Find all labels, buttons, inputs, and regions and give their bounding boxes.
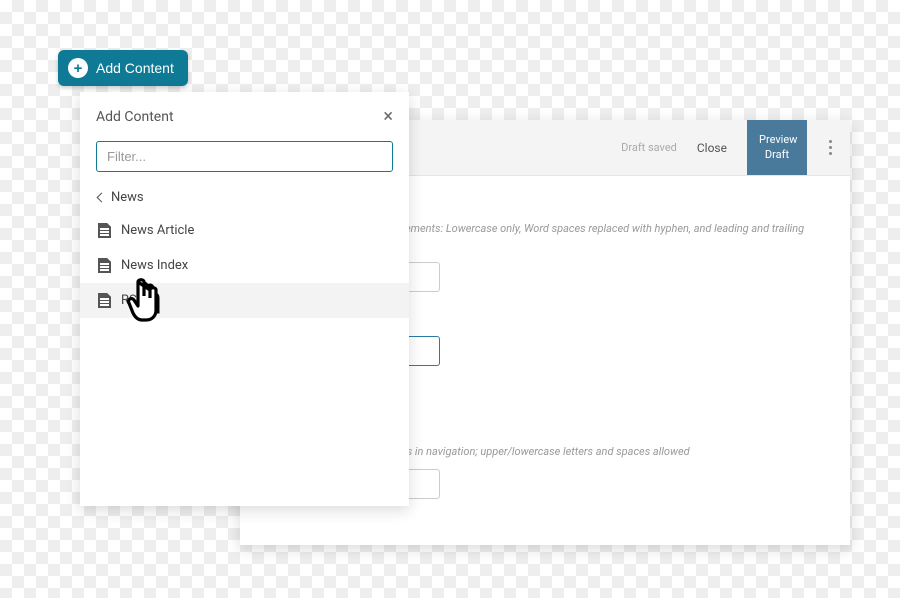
- add-content-button[interactable]: + Add Content: [58, 50, 188, 86]
- list-item-label: News Index: [121, 258, 188, 273]
- preview-draft-button[interactable]: Preview Draft: [747, 120, 807, 175]
- close-button[interactable]: Close: [689, 135, 735, 161]
- list-item-news-article[interactable]: News Article: [80, 213, 409, 248]
- document-icon: [98, 223, 111, 238]
- plus-icon: +: [68, 58, 88, 78]
- back-news[interactable]: News: [80, 182, 409, 213]
- preview-line1: Preview: [759, 133, 795, 147]
- panel-header: Add Content ×: [80, 106, 409, 137]
- document-icon: [98, 293, 111, 308]
- panel-title: Add Content: [96, 109, 174, 125]
- back-label: News: [111, 190, 144, 205]
- toolbar-actions: Draft saved Close Preview Draft: [621, 120, 850, 175]
- add-content-button-label: Add Content: [96, 60, 174, 76]
- filter-input[interactable]: [96, 141, 393, 172]
- close-icon[interactable]: ×: [383, 106, 393, 127]
- cursor-pointer-icon: [124, 278, 168, 330]
- draft-saved-text: Draft saved: [621, 141, 677, 154]
- more-menu-icon[interactable]: [819, 140, 842, 155]
- list-item-label: News Article: [121, 223, 194, 238]
- preview-line2: Draft: [759, 148, 795, 162]
- document-icon: [98, 258, 111, 273]
- chevron-left-icon: [97, 193, 107, 203]
